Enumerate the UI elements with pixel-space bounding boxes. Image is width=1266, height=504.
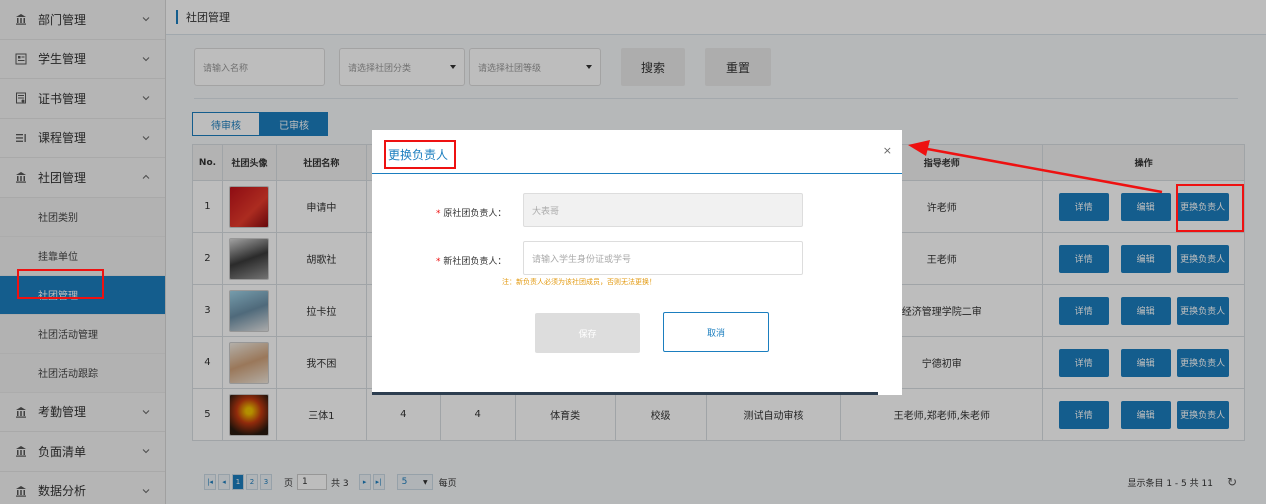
required-mark: * (436, 257, 441, 267)
dialog-title: 更换负责人 (384, 140, 457, 169)
annotation-arrow-icon (908, 140, 1163, 194)
annotation-highlight-box (1176, 184, 1244, 232)
close-icon[interactable]: × (883, 144, 892, 157)
old-leader-label-text: 原社团负责人： (443, 209, 507, 219)
dialog-header: 更换负责人 × (372, 130, 902, 174)
new-leader-label: * 新社团负责人： (436, 254, 506, 267)
new-leader-input[interactable]: 请输入学生身份证或学号 (523, 241, 803, 275)
required-mark: * (436, 209, 441, 219)
old-leader-label: * 原社团负责人： (436, 206, 506, 219)
annotation-highlight-box (17, 269, 104, 299)
old-leader-field: 大表哥 (523, 193, 803, 227)
save-button[interactable]: 保存 (535, 313, 640, 353)
cancel-button[interactable]: 取消 (663, 312, 769, 352)
warning-note: 注：新负责人必须为该社团成员，否则无法更换！ (502, 278, 656, 286)
dialog-scrollbar[interactable] (372, 392, 878, 395)
change-leader-dialog: 更换负责人 × * 原社团负责人： 大表哥 * 新社团负责人： 请输入学生身份证… (372, 130, 902, 395)
new-leader-label-text: 新社团负责人： (443, 257, 507, 267)
